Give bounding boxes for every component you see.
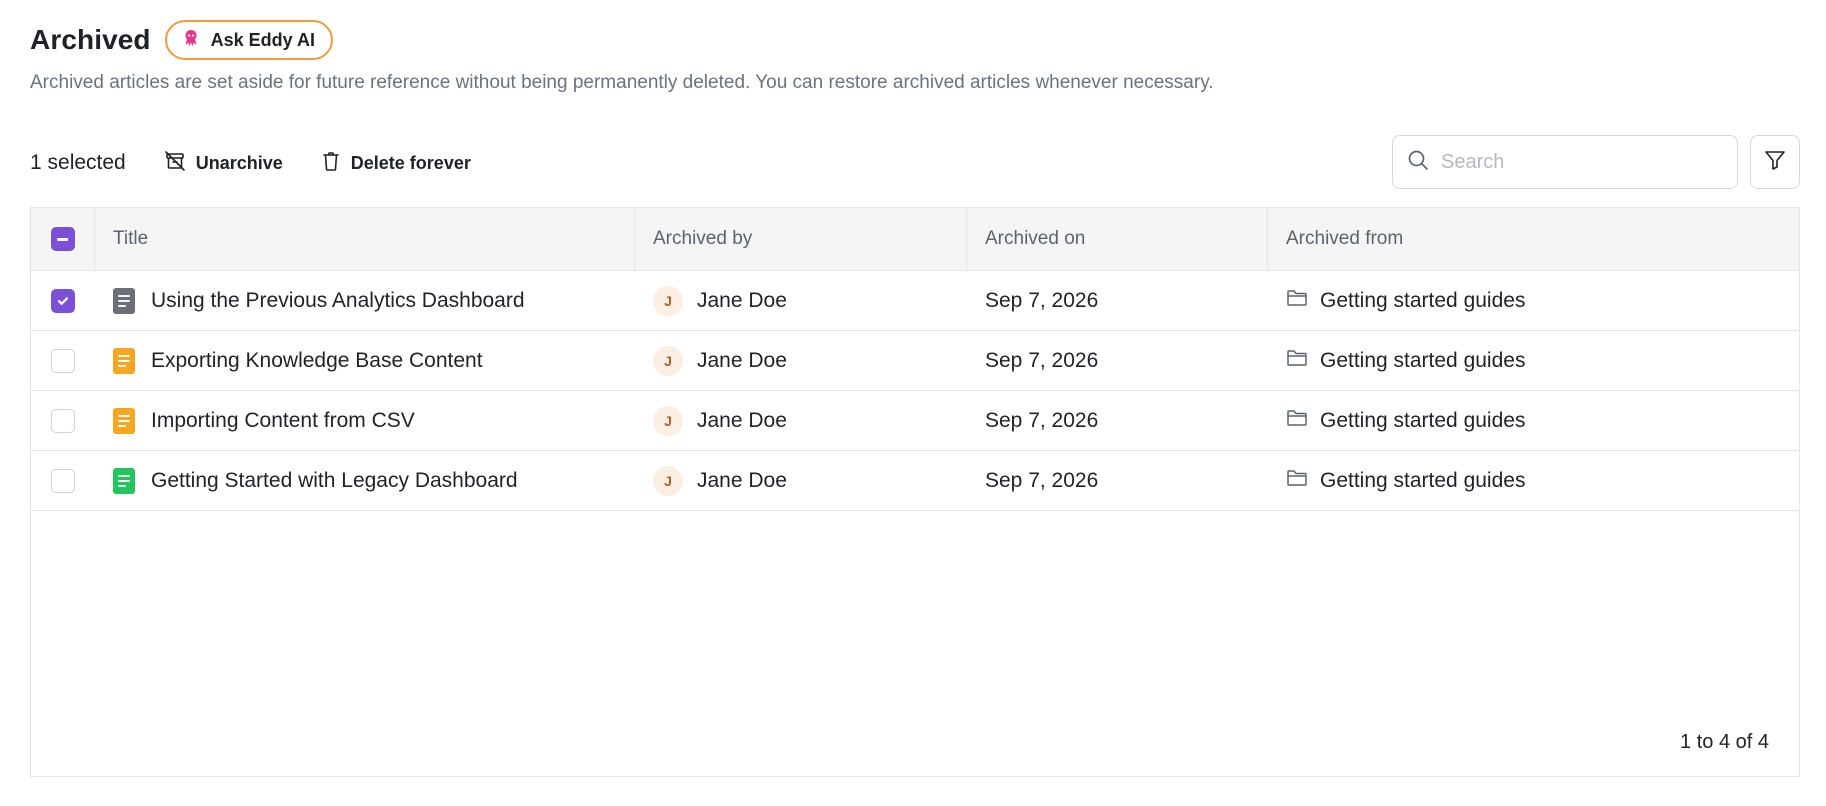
header-checkbox-cell [31, 208, 95, 270]
filter-icon [1763, 148, 1787, 177]
row-title-cell[interactable]: Exporting Knowledge Base Content [95, 331, 635, 390]
folder-icon [1286, 348, 1308, 374]
archived-from-folder[interactable]: Getting started guides [1320, 289, 1525, 313]
article-title[interactable]: Using the Previous Analytics Dashboard [151, 289, 525, 313]
delete-forever-button[interactable]: Delete forever [321, 150, 471, 177]
search-icon [1407, 149, 1429, 176]
row-archived-on-cell: Sep 7, 2026 [967, 271, 1268, 330]
table-row[interactable]: Exporting Knowledge Base Content J Jane … [31, 331, 1799, 391]
column-header-archived-on[interactable]: Archived on [967, 208, 1268, 270]
unarchive-icon [164, 150, 186, 177]
document-icon [113, 347, 135, 374]
unarchive-button[interactable]: Unarchive [164, 150, 283, 177]
trash-icon [321, 150, 341, 177]
row-archived-from-cell: Getting started guides [1268, 271, 1799, 330]
archived-from-folder[interactable]: Getting started guides [1320, 349, 1525, 373]
avatar: J [653, 465, 683, 496]
archived-by-name: Jane Doe [697, 348, 787, 372]
archived-from-folder[interactable]: Getting started guides [1320, 409, 1525, 433]
delete-forever-label: Delete forever [350, 152, 471, 173]
unarchive-label: Unarchive [195, 152, 283, 173]
row-title-cell[interactable]: Getting Started with Legacy Dashboard [95, 451, 635, 510]
article-title[interactable]: Exporting Knowledge Base Content [151, 349, 483, 373]
archived-from-folder[interactable]: Getting started guides [1320, 469, 1525, 493]
document-icon [113, 467, 135, 494]
row-checkbox[interactable] [51, 348, 75, 373]
row-archived-by-cell: J Jane Doe [635, 451, 967, 510]
avatar: J [653, 405, 683, 436]
table-row[interactable]: Using the Previous Analytics Dashboard J… [31, 271, 1799, 331]
bulk-actions-toolbar: 1 selected Unarchive Delete forever [30, 135, 471, 191]
archived-by-name: Jane Doe [697, 408, 787, 432]
row-archived-on-cell: Sep 7, 2026 [967, 331, 1268, 390]
ask-eddy-ai-label: Ask Eddy AI [210, 29, 315, 50]
row-checkbox[interactable] [51, 288, 75, 313]
archived-on-date: Sep 7, 2026 [985, 348, 1099, 372]
page-title: Archived [30, 24, 151, 55]
row-checkbox-cell [31, 271, 95, 330]
article-title[interactable]: Importing Content from CSV [151, 409, 415, 433]
page-description: Archived articles are set aside for futu… [30, 72, 1214, 93]
avatar: J [653, 345, 683, 376]
archived-on-date: Sep 7, 2026 [985, 468, 1099, 492]
octopus-icon [181, 28, 201, 53]
row-checkbox-cell [31, 391, 95, 450]
row-archived-from-cell: Getting started guides [1268, 391, 1799, 450]
row-checkbox[interactable] [51, 408, 75, 433]
table-body: Using the Previous Analytics Dashboard J… [31, 271, 1799, 511]
archived-by-name: Jane Doe [697, 288, 787, 312]
column-header-archived-by[interactable]: Archived by [635, 208, 967, 270]
table-header: Title Archived by Archived on Archived f… [31, 208, 1799, 271]
row-checkbox[interactable] [51, 468, 75, 493]
selected-count: 1 selected [30, 151, 126, 174]
folder-icon [1286, 468, 1308, 494]
folder-icon [1286, 288, 1308, 314]
page-header: Archived Ask Eddy AI [30, 20, 333, 60]
pagination-summary: 1 to 4 of 4 [1680, 731, 1769, 753]
table-row[interactable]: Importing Content from CSV J Jane Doe Se… [31, 391, 1799, 451]
document-icon [113, 407, 135, 434]
select-all-checkbox[interactable] [50, 227, 75, 251]
row-title-cell[interactable]: Importing Content from CSV [95, 391, 635, 450]
article-title[interactable]: Getting Started with Legacy Dashboard [151, 469, 518, 493]
row-archived-by-cell: J Jane Doe [635, 391, 967, 450]
archived-by-name: Jane Doe [697, 468, 787, 492]
row-archived-from-cell: Getting started guides [1268, 331, 1799, 390]
archived-on-date: Sep 7, 2026 [985, 408, 1099, 432]
search-box [1392, 135, 1738, 189]
avatar: J [653, 285, 683, 316]
row-title-cell[interactable]: Using the Previous Analytics Dashboard [95, 271, 635, 330]
column-header-title[interactable]: Title [95, 208, 635, 270]
row-archived-on-cell: Sep 7, 2026 [967, 391, 1268, 450]
row-archived-on-cell: Sep 7, 2026 [967, 451, 1268, 510]
row-archived-by-cell: J Jane Doe [635, 271, 967, 330]
archived-articles-table: Title Archived by Archived on Archived f… [30, 207, 1800, 777]
row-archived-from-cell: Getting started guides [1268, 451, 1799, 510]
document-icon [113, 287, 135, 314]
row-checkbox-cell [31, 331, 95, 390]
ask-eddy-ai-button[interactable]: Ask Eddy AI [164, 20, 333, 60]
filter-button[interactable] [1750, 135, 1800, 189]
search-input[interactable] [1441, 150, 1711, 174]
row-archived-by-cell: J Jane Doe [635, 331, 967, 390]
folder-icon [1286, 408, 1308, 434]
row-checkbox-cell [31, 451, 95, 510]
archived-on-date: Sep 7, 2026 [985, 288, 1099, 312]
table-row[interactable]: Getting Started with Legacy Dashboard J … [31, 451, 1799, 511]
column-header-archived-from[interactable]: Archived from [1268, 208, 1799, 270]
